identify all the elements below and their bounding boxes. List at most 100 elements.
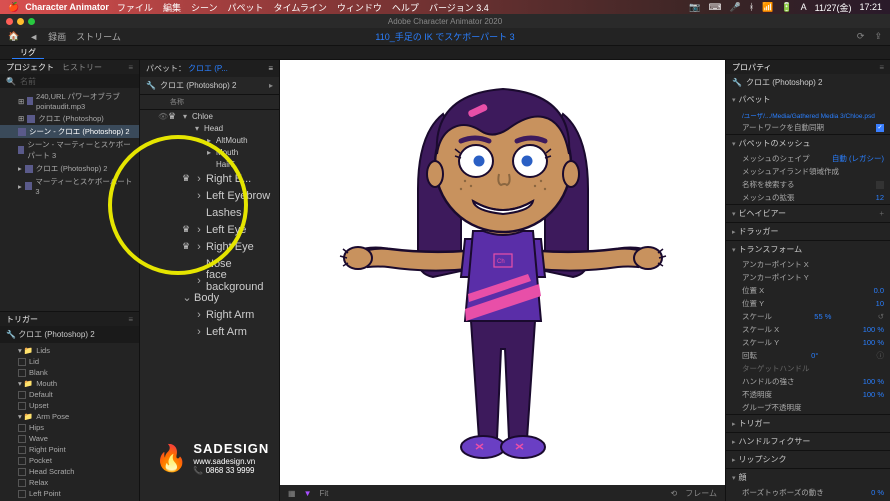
project-item[interactable]: ▸マーティーとスケボーパート 3 <box>0 175 139 197</box>
prop-dropdown[interactable]: 自動 (レガシー) <box>832 153 884 164</box>
trigger-item[interactable]: Relax <box>0 477 139 488</box>
project-item[interactable]: シーン - クロエ (Photoshop) 2 <box>0 125 139 138</box>
tab-stream[interactable]: ストリーム <box>76 30 121 43</box>
trigger-item[interactable]: Blank <box>0 367 139 378</box>
keyboard-icon[interactable]: ⌨ <box>709 2 722 13</box>
trigger-item[interactable]: Pocket <box>0 455 139 466</box>
trigger-item[interactable]: Lid <box>0 356 139 367</box>
prop-value[interactable]: 0 % <box>871 488 884 497</box>
canvas[interactable]: Ch <box>280 60 725 485</box>
prop-section-behavior[interactable]: ▾ビヘイビアー+ <box>726 205 890 222</box>
info-icon[interactable]: ⓘ <box>876 350 884 361</box>
trigger-item[interactable]: Head Scratch <box>0 466 139 477</box>
reset-icon[interactable]: ↺ <box>878 312 884 321</box>
prop-section-puppet[interactable]: ▾パペット <box>726 91 890 108</box>
layer-row[interactable]: 👁♛▾Chloe <box>140 110 279 122</box>
search-input[interactable]: 名前 <box>20 76 36 87</box>
menu-help[interactable]: ヘルプ <box>392 1 419 14</box>
layer-row[interactable]: Lashes <box>140 204 279 221</box>
layer-row[interactable]: ›Right Arm <box>140 306 279 323</box>
layer-row[interactable]: ›face background <box>140 272 279 289</box>
maximize-icon[interactable] <box>28 18 35 25</box>
prop-section-mesh[interactable]: ▾パペットのメッシュ <box>726 135 890 152</box>
refresh-icon[interactable]: ⟲ <box>671 489 678 498</box>
layer-row[interactable]: ♛›Right Eye <box>140 238 279 255</box>
window-titlebar[interactable]: Adobe Character Animator 2020 <box>0 14 890 28</box>
add-icon[interactable]: + <box>879 209 884 218</box>
checkbox[interactable] <box>876 181 884 189</box>
prop-value[interactable]: 10 <box>876 299 884 308</box>
menubar-date[interactable]: 11/27(金) <box>815 1 852 14</box>
project-item[interactable]: ▸クロエ (Photoshop) 2 <box>0 162 139 175</box>
layer-row[interactable]: ▾Head <box>140 122 279 134</box>
prop-section-trigger[interactable]: ▸トリガー <box>726 415 890 432</box>
layer-row[interactable]: ▸Mouth <box>140 146 279 158</box>
trigger-item[interactable]: Upset <box>0 400 139 411</box>
bluetooth-icon[interactable]: ᚼ <box>749 2 754 12</box>
workspace-tab-rig[interactable]: リグ <box>12 46 44 59</box>
panel-menu-icon[interactable]: ≡ <box>268 64 273 73</box>
menu-version[interactable]: バージョン 3.4 <box>429 1 489 14</box>
sync-icon[interactable]: ⟳ <box>857 31 865 42</box>
trigger-item[interactable]: Hips <box>0 422 139 433</box>
trigger-group[interactable]: ▾ 📁 Lids <box>0 345 139 356</box>
trigger-group[interactable]: ▾ 📁 Mouth <box>0 378 139 389</box>
layer-row[interactable]: ♛›Left Eye <box>140 221 279 238</box>
menu-timeline[interactable]: タイムライン <box>274 1 327 14</box>
checkbox[interactable]: ✓ <box>876 124 884 132</box>
tab-project[interactable]: プロジェクト <box>6 62 54 73</box>
panel-menu-icon[interactable]: ≡ <box>128 315 133 324</box>
trigger-item[interactable]: Left Point <box>0 488 139 499</box>
prop-value[interactable]: 100 % <box>863 338 884 347</box>
panel-menu-icon[interactable]: ≡ <box>879 63 884 72</box>
close-icon[interactable] <box>6 18 13 25</box>
prop-value[interactable]: 100 % <box>863 325 884 334</box>
share-icon[interactable]: ⇪ <box>874 31 882 42</box>
layer-row[interactable]: ›Left Arm <box>140 323 279 340</box>
layer-panel-link[interactable]: クロエ (P... <box>188 63 228 74</box>
menu-scene[interactable]: シーン <box>191 1 218 14</box>
project-item[interactable]: ⊞クロエ (Photoshop) <box>0 112 139 125</box>
menubar-time[interactable]: 17:21 <box>859 2 882 12</box>
back-button[interactable]: ◄ <box>29 32 38 42</box>
minimize-icon[interactable] <box>17 18 24 25</box>
trigger-item[interactable]: Wave <box>0 433 139 444</box>
camera-icon[interactable]: 📷 <box>689 2 700 13</box>
tab-record[interactable]: 録画 <box>48 30 66 43</box>
prop-value[interactable]: 100 % <box>863 390 884 399</box>
project-item[interactable]: ⊞240,URL パワーオブラブ pointaudit.mp3 <box>0 90 139 112</box>
menu-window[interactable]: ウィンドウ <box>337 1 382 14</box>
prop-section-lipsync[interactable]: ▸リップシンク <box>726 451 890 468</box>
trigger-item[interactable]: Right Point <box>0 444 139 455</box>
trigger-group[interactable]: ▾ 📁 Arm Pose <box>0 411 139 422</box>
menu-edit[interactable]: 編集 <box>163 1 181 14</box>
prop-value[interactable]: 55 % <box>814 312 831 321</box>
layer-row[interactable]: ♛›Right E... <box>140 170 279 187</box>
tab-history[interactable]: ヒストリー <box>62 62 102 73</box>
app-name[interactable]: Character Animator <box>25 2 109 12</box>
mac-menubar[interactable]: 🍎 Character Animator ファイル 編集 シーン パペット タイ… <box>0 0 890 14</box>
layer-row[interactable]: ›Left Eyebrow <box>140 187 279 204</box>
trigger-item[interactable]: Default <box>0 389 139 400</box>
viewport-control[interactable]: ▼ <box>304 489 312 498</box>
prop-value[interactable]: 0.0 <box>874 286 884 295</box>
frame-button[interactable]: フレーム <box>685 488 717 499</box>
menu-puppet[interactable]: パペット <box>228 1 264 14</box>
prop-value[interactable]: 12 <box>876 193 884 202</box>
layer-row[interactable]: ⌄Body <box>140 289 279 306</box>
prop-section-transform[interactable]: ▾トランスフォーム <box>726 241 890 258</box>
prop-section-dragger[interactable]: ▸ドラッガー <box>726 223 890 240</box>
panel-menu-icon[interactable]: ≡ <box>128 63 133 72</box>
eye-icon[interactable]: 👁 <box>158 112 168 121</box>
prop-value[interactable]: 0° <box>811 351 818 360</box>
prop-file-link[interactable]: /ユーザ/.../Media/Gathered Media 3/Chloe.ps… <box>742 110 875 120</box>
prop-section-face[interactable]: ▾顔 <box>726 469 890 486</box>
menu-file[interactable]: ファイル <box>117 1 153 14</box>
chevron-icon[interactable]: ▸ <box>269 81 273 90</box>
mesh-icon[interactable]: ▦ <box>288 489 296 498</box>
home-icon[interactable]: 🏠 <box>8 31 19 42</box>
apple-icon[interactable]: 🍎 <box>8 2 19 13</box>
battery-icon[interactable]: 🔋 <box>781 2 792 13</box>
tab-properties[interactable]: プロパティ <box>732 62 772 73</box>
input-icon[interactable]: A <box>801 2 807 12</box>
